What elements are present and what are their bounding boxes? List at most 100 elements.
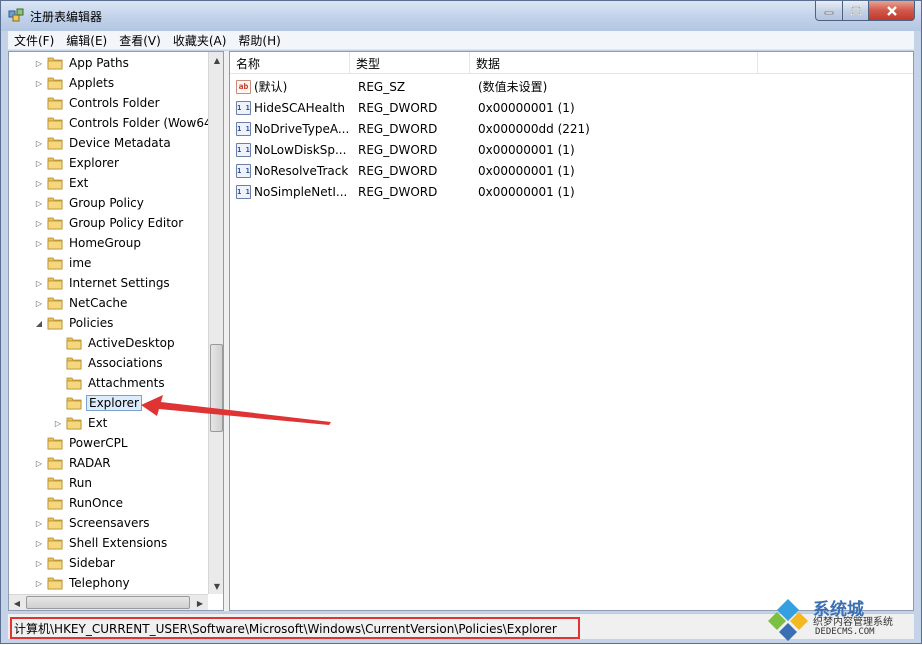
tree-horizontal-scrollbar[interactable]: ◀ ▶ <box>9 594 208 610</box>
tree-item[interactable]: ▷ HomeGroup <box>33 233 143 253</box>
value-name-cell: 011 110NoLowDiskSp... <box>236 139 346 160</box>
maximize-icon <box>850 5 861 15</box>
tree-item[interactable]: ▷ Shell Extensions <box>33 533 169 553</box>
expand-icon[interactable]: ▷ <box>33 297 45 309</box>
tree-item[interactable]: ActiveDesktop <box>52 333 177 353</box>
folder-icon <box>47 577 63 590</box>
tree-item-label: Run <box>69 476 93 490</box>
tree-item[interactable]: ▷ Ext <box>33 173 90 193</box>
scroll-down-icon[interactable]: ▼ <box>209 578 223 594</box>
folder-icon <box>47 257 63 270</box>
tree-line <box>33 437 45 449</box>
tree-item[interactable]: ▷ Group Policy Editor <box>33 213 185 233</box>
expand-icon[interactable]: ▷ <box>33 77 45 89</box>
value-type: REG_DWORD <box>358 184 438 199</box>
expand-icon[interactable]: ▷ <box>33 177 45 189</box>
scroll-left-icon[interactable]: ◀ <box>9 595 25 610</box>
value-type: REG_DWORD <box>358 163 438 178</box>
tree-item-selected[interactable]: Explorer <box>52 393 142 413</box>
tree-item[interactable]: ▷ Explorer <box>33 153 121 173</box>
expand-icon[interactable]: ▷ <box>33 217 45 229</box>
tree-item-label: ime <box>69 256 92 270</box>
expand-icon[interactable]: ▷ <box>33 57 45 69</box>
column-header-data[interactable]: 数据 <box>470 52 758 74</box>
expand-icon[interactable]: ▷ <box>33 517 45 529</box>
menu-file[interactable]: 文件(F) <box>8 32 60 49</box>
expand-icon[interactable]: ▷ <box>33 537 45 549</box>
folder-icon <box>66 337 82 350</box>
tree-vertical-scrollbar[interactable]: ▲ ▼ <box>208 52 223 594</box>
expand-icon[interactable]: ▷ <box>33 157 45 169</box>
value-row[interactable]: 011 110HideSCAHealth REG_DWORD 0x00000001 … <box>230 97 913 118</box>
menu-favorites[interactable]: 收藏夹(A) <box>167 32 233 49</box>
value-row[interactable]: ab (默认) REG_SZ (数值未设置) <box>230 76 913 97</box>
column-header-name[interactable]: 名称 <box>230 52 350 74</box>
folder-icon <box>47 117 63 130</box>
expand-icon[interactable]: ▷ <box>33 557 45 569</box>
tree-item[interactable]: ▷ Telephony <box>33 573 132 593</box>
tree-item-label: Controls Folder (Wow64 <box>69 116 209 130</box>
tree-item[interactable]: ▷ Ext <box>52 413 109 433</box>
folder-icon <box>47 457 63 470</box>
tree-item[interactable]: ▷ Screensavers <box>33 513 152 533</box>
tree-item[interactable]: ◢ Policies <box>33 313 115 333</box>
tree-item[interactable]: ▷ App Paths <box>33 53 131 73</box>
value-row[interactable]: 011 110NoDriveTypeA... REG_DWORD 0x000000d… <box>230 118 913 139</box>
folder-icon <box>47 277 63 290</box>
value-name: HideSCAHealth <box>254 100 345 115</box>
value-row[interactable]: 011 110NoResolveTrack REG_DWORD 0x00000001… <box>230 160 913 181</box>
tree-item-label: Sidebar <box>69 556 115 570</box>
tree-item[interactable]: ▷ Device Metadata <box>33 133 173 153</box>
tree-item[interactable]: ▷ RADAR <box>33 453 113 473</box>
dword-value-icon: 011 110 <box>236 142 251 157</box>
value-row[interactable]: 011 110NoLowDiskSp... REG_DWORD 0x00000001… <box>230 139 913 160</box>
tree-item[interactable]: ime <box>33 253 93 273</box>
expand-icon[interactable]: ▷ <box>52 417 64 429</box>
value-data: 0x000000dd (221) <box>478 121 590 136</box>
folder-icon <box>47 137 63 150</box>
scroll-up-icon[interactable]: ▲ <box>209 52 223 68</box>
maximize-button[interactable] <box>843 1 869 21</box>
expand-icon[interactable]: ▷ <box>33 277 45 289</box>
folder-icon <box>66 357 82 370</box>
dword-value-icon: 011 110 <box>236 100 251 115</box>
expand-icon[interactable]: ▷ <box>33 137 45 149</box>
value-data: 0x00000001 (1) <box>478 142 575 157</box>
title-bar[interactable]: 注册表编辑器 <box>1 1 921 31</box>
expand-icon[interactable]: ▷ <box>33 457 45 469</box>
minimize-button[interactable] <box>815 1 843 21</box>
tree-item[interactable]: ▷ NetCache <box>33 293 129 313</box>
value-row[interactable]: 011 110NoSimpleNetI... REG_DWORD 0x0000000… <box>230 181 913 202</box>
tree-item[interactable]: ▷ Group Policy <box>33 193 146 213</box>
expand-icon[interactable]: ▷ <box>33 577 45 589</box>
tree-item-label: Group Policy <box>69 196 144 210</box>
close-button[interactable] <box>869 1 915 21</box>
tree-item[interactable]: Associations <box>52 353 165 373</box>
tree-item[interactable]: Controls Folder <box>33 93 162 113</box>
tree-item[interactable]: ▷ Sidebar <box>33 553 117 573</box>
tree-item-label: NetCache <box>69 296 128 310</box>
tree-item-label: Device Metadata <box>69 136 171 150</box>
collapse-icon[interactable]: ◢ <box>33 317 45 329</box>
scroll-right-icon[interactable]: ▶ <box>192 595 208 610</box>
tree-item[interactable]: ▷ Internet Settings <box>33 273 172 293</box>
expand-icon[interactable]: ▷ <box>33 237 45 249</box>
expand-icon[interactable]: ▷ <box>33 197 45 209</box>
tree-item-label: Shell Extensions <box>69 536 168 550</box>
folder-icon <box>47 217 63 230</box>
tree-item[interactable]: PowerCPL <box>33 433 130 453</box>
tree-line <box>33 257 45 269</box>
tree-item-label: Ext <box>88 416 108 430</box>
menu-help[interactable]: 帮助(H) <box>232 32 286 49</box>
menu-view[interactable]: 查看(V) <box>113 32 167 49</box>
tree-item[interactable]: Attachments <box>52 373 167 393</box>
string-value-icon: ab <box>236 79 251 94</box>
menu-edit[interactable]: 编辑(E) <box>60 32 113 49</box>
tree-hscroll-thumb[interactable] <box>26 596 190 609</box>
tree-item[interactable]: RunOnce <box>33 493 125 513</box>
tree-item[interactable]: ▷ Applets <box>33 73 116 93</box>
column-header-type[interactable]: 类型 <box>350 52 470 74</box>
dword-value-icon: 011 110 <box>236 163 251 178</box>
tree-item[interactable]: Controls Folder (Wow64 <box>33 113 209 133</box>
tree-item[interactable]: Run <box>33 473 94 493</box>
